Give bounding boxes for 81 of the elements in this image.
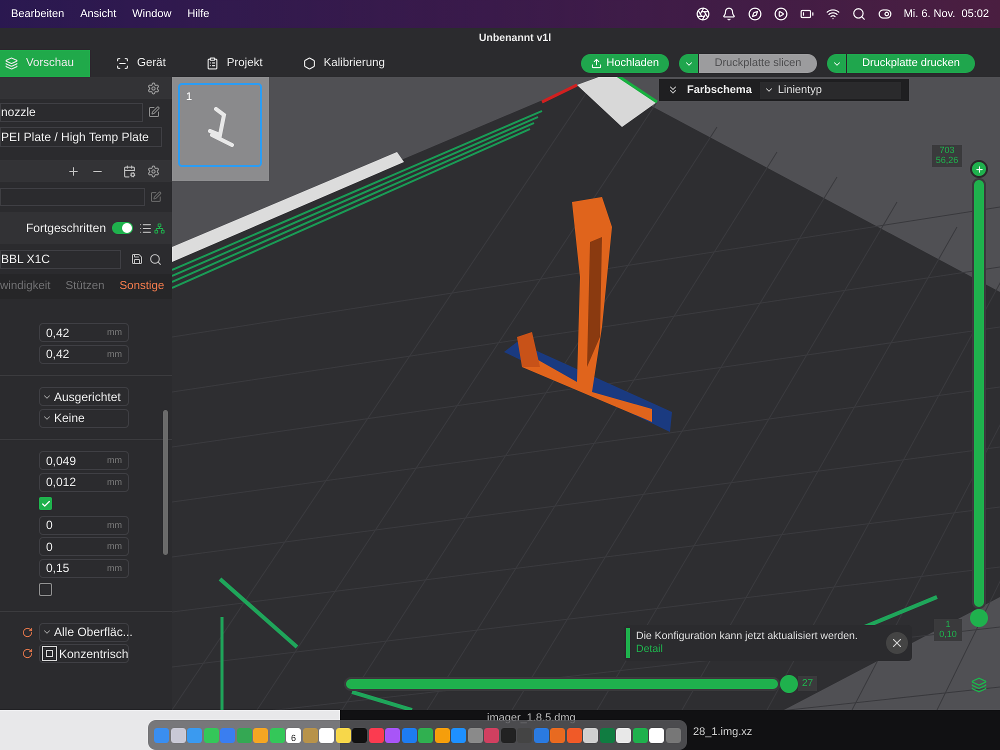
top-layer-number: 703 [939, 145, 955, 155]
settings-icon[interactable] [147, 82, 160, 94]
menu-item[interactable]: Ansicht [80, 6, 116, 22]
control-center-icon[interactable] [878, 7, 892, 21]
device-settings-icon[interactable] [123, 164, 136, 178]
number-field[interactable]: 0,012 mm [39, 472, 129, 492]
detail-link[interactable]: Detail [636, 643, 886, 656]
plate-type-field[interactable]: PEI Plate / High Temp Plate [0, 127, 162, 147]
bottom-layer-height: 0,10 [939, 629, 957, 639]
number-field[interactable]: 0,42 mm [39, 344, 129, 364]
checkbox[interactable] [39, 497, 52, 510]
dropdown-toggle[interactable] [679, 54, 698, 73]
menu-item[interactable]: Hilfe [187, 6, 210, 22]
close-button[interactable] [886, 632, 908, 654]
list-icon[interactable] [139, 222, 152, 234]
move-slider-value: 27 [798, 676, 818, 691]
profile-field[interactable]: BBL X1C [0, 250, 121, 268]
top-layer-height: 56,26 [936, 155, 958, 165]
compass-icon[interactable] [748, 7, 762, 21]
advanced-toggle[interactable] [112, 222, 133, 234]
checkbox[interactable] [39, 583, 52, 596]
calendar-app-icon[interactable]: 6 [286, 728, 301, 742]
app-icon[interactable] [319, 728, 334, 742]
plus-icon [974, 164, 984, 174]
app-icon[interactable] [434, 728, 450, 742]
check-icon [40, 498, 50, 509]
window-title: Unbenannt v1l [478, 31, 552, 46]
battery-icon[interactable] [800, 7, 814, 21]
edit-icon[interactable] [148, 106, 160, 118]
advanced-label: Fortgeschritten [26, 220, 106, 237]
play-icon[interactable] [774, 7, 788, 21]
number-field[interactable]: 0,42 mm [39, 323, 129, 342]
menu-item[interactable]: Window [132, 6, 172, 22]
hexagon-icon [302, 57, 316, 70]
scan-icon [116, 57, 129, 70]
bottom-layer-number: 1 [945, 619, 950, 629]
save-icon[interactable] [131, 253, 143, 265]
clock: Mi. 6. Nov. 05:02 [904, 6, 989, 22]
wifi-icon[interactable] [826, 7, 840, 21]
aperture-icon[interactable] [696, 7, 710, 21]
search-icon[interactable] [149, 252, 162, 266]
number-field[interactable]: 0 mm [39, 516, 129, 535]
nozzle-field[interactable]: nozzle [0, 102, 143, 122]
app-icon[interactable] [336, 728, 350, 742]
number-field[interactable]: 0 mm [39, 537, 129, 556]
app-icon[interactable] [616, 728, 631, 742]
slider-thumb[interactable] [970, 609, 988, 627]
clipboard-icon [206, 57, 219, 70]
search-icon[interactable] [852, 7, 866, 21]
dropdown-toggle[interactable] [827, 54, 846, 73]
file-name: imager_1.8.5.dmg [487, 711, 576, 726]
notification-message: Die Konfiguration kann jetzt aktualisiert werden. [636, 630, 859, 643]
collapse-icon[interactable] [667, 84, 679, 96]
number-field[interactable]: 0,049 mm [39, 451, 129, 470]
reset-icon[interactable] [22, 626, 33, 638]
dropdown[interactable]: Konzentrisch [39, 644, 129, 664]
app-icon[interactable] [583, 728, 598, 742]
app-icon[interactable] [649, 728, 664, 742]
slider-thumb[interactable] [970, 160, 988, 178]
reset-icon[interactable] [22, 648, 33, 660]
tab[interactable]: Gerät [102, 50, 180, 77]
dropdown[interactable]: Keine [39, 408, 129, 428]
upload-icon [591, 58, 602, 69]
layers-icon[interactable] [971, 677, 987, 693]
menu-item[interactable]: Bearbeiten [11, 6, 64, 22]
color-scheme-label: Farbschema [687, 82, 752, 98]
number-field[interactable]: 0,15 mm [39, 558, 129, 578]
color-scheme-dropdown[interactable]: Linientyp [760, 82, 901, 98]
add-icon[interactable] [67, 164, 80, 178]
settings-icon[interactable] [147, 164, 160, 178]
dropdown[interactable]: Ausgerichtet [39, 387, 129, 406]
plate-number: 1 [186, 90, 192, 105]
close-icon [890, 636, 904, 650]
bell-icon[interactable] [722, 7, 736, 21]
edit-icon[interactable] [150, 191, 162, 203]
pattern-icon [42, 646, 57, 662]
tab[interactable]: Projekt [192, 50, 277, 77]
file-name: 28_1.img.xz [693, 725, 752, 740]
layers-icon [5, 57, 18, 70]
settings-tab[interactable]: Sonstige [120, 278, 164, 296]
tab[interactable]: Kalibrierung [288, 50, 399, 77]
